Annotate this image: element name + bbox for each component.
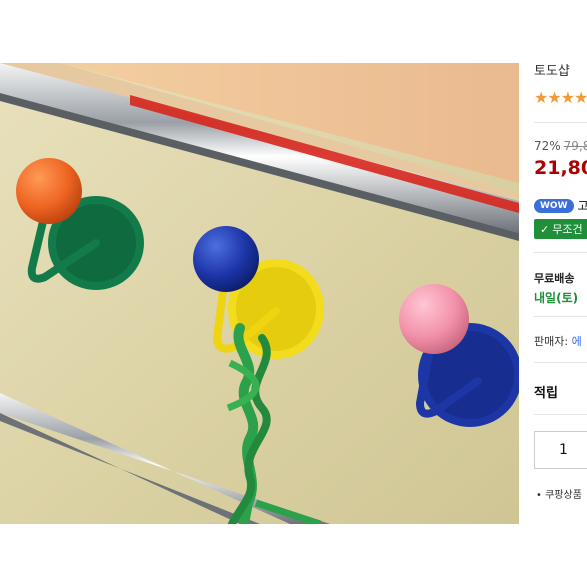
- seller-link[interactable]: 에: [572, 335, 582, 348]
- divider: [534, 252, 587, 253]
- bullet-icon: •: [536, 490, 542, 501]
- quantity-input[interactable]: 1: [534, 431, 587, 469]
- product-image[interactable]: [0, 63, 519, 524]
- star-icon: ★: [534, 88, 548, 107]
- star-icon: ★: [547, 88, 561, 107]
- check-icon: ✓: [540, 222, 550, 236]
- star-icon: ★: [560, 88, 575, 107]
- divider: [534, 316, 587, 317]
- product-page: 토도샵 ★ ★ ★ ★ 72%79,8 21,80 WOW 고 ✓ 무조건 무료…: [0, 0, 587, 587]
- wow-badge: WOW: [534, 198, 574, 213]
- info-bullet: • 쿠팡상품: [536, 486, 582, 501]
- wow-text: 고: [577, 199, 587, 213]
- shipping-label: 무료배송: [534, 272, 575, 285]
- divider: [534, 414, 587, 415]
- product-title[interactable]: 토도샵: [534, 60, 570, 79]
- price-discount-row: 72% 79,8: [534, 139, 587, 153]
- seller-row: 판매자: 에: [534, 333, 582, 349]
- original-price: 79,8: [563, 139, 587, 153]
- rating-stars[interactable]: ★ ★ ★ ★: [534, 90, 587, 106]
- free-return-label: 무조건: [552, 223, 583, 236]
- shipping-date: 내일(토): [534, 291, 579, 305]
- quantity-value: 1: [559, 442, 568, 458]
- sale-price: 21,80: [534, 157, 587, 179]
- free-return-badge: ✓ 무조건: [534, 219, 587, 239]
- product-info-panel: 토도샵 ★ ★ ★ ★ 72%79,8 21,80 WOW 고 ✓ 무조건 무료…: [534, 0, 587, 587]
- divider: [534, 122, 587, 123]
- wow-benefit-row: WOW 고: [534, 197, 587, 214]
- bullet-text: 쿠팡상품: [545, 490, 582, 501]
- divider: [534, 362, 587, 363]
- reward-label: 적립: [534, 386, 558, 401]
- star-icon: ★: [574, 88, 587, 107]
- seller-label: 판매자:: [534, 335, 569, 348]
- discount-rate: 72%: [534, 139, 561, 153]
